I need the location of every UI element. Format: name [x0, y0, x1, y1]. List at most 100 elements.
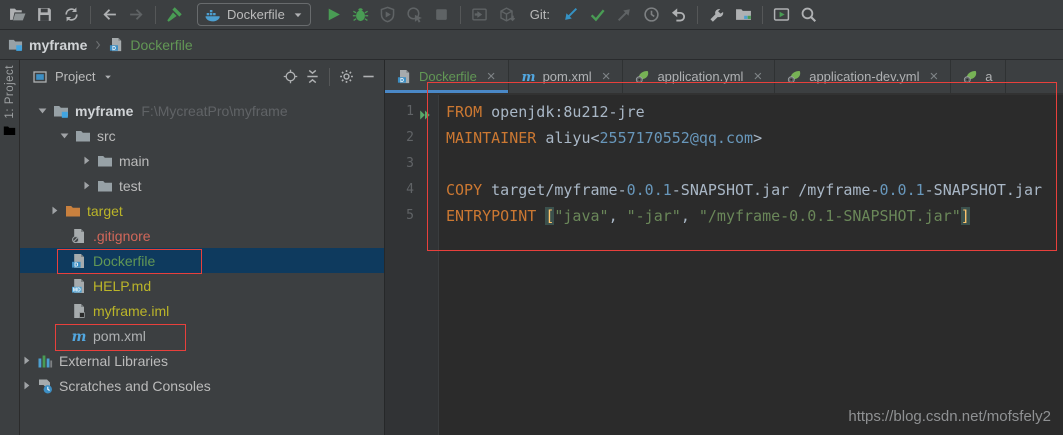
code-line[interactable]: 4COPY target/myframe-0.0.1-SNAPSHOT.jar … — [385, 177, 1063, 203]
project-structure-button[interactable] — [730, 3, 757, 27]
editor-tab-label: application.yml — [657, 69, 743, 84]
code-line[interactable]: 1FROM openjdk:8u212-jre — [385, 99, 1063, 125]
scratches-icon — [37, 378, 53, 394]
rollback-button[interactable] — [665, 3, 692, 27]
build-project-button[interactable] — [161, 3, 188, 27]
synchronize-button[interactable] — [58, 3, 85, 27]
chevron-right-icon[interactable] — [20, 353, 37, 369]
run-anything-icon — [773, 6, 790, 23]
settings-button[interactable] — [703, 3, 730, 27]
project-panel-header: Project — [20, 60, 384, 93]
tree-item-myframe[interactable]: myframeF:\MycreatPro\myframe — [20, 98, 384, 123]
tree-item-src[interactable]: src — [20, 123, 384, 148]
tree-item-gitignore[interactable]: .gitignore — [20, 223, 384, 248]
stop-icon — [433, 6, 450, 23]
tree-item-pom-xml[interactable]: mpom.xml — [20, 323, 384, 348]
folder-open-icon — [9, 6, 26, 23]
tree-item-test[interactable]: test — [20, 173, 384, 198]
back-button[interactable] — [96, 3, 123, 27]
spring-icon — [963, 69, 978, 84]
chevron-right-icon[interactable] — [80, 153, 97, 169]
forward-button[interactable] — [123, 3, 150, 27]
debug-button[interactable] — [347, 3, 374, 27]
editor-tab-a[interactable]: a — [951, 60, 1005, 93]
chevron-down-icon[interactable] — [58, 128, 75, 144]
save-all-button[interactable] — [31, 3, 58, 27]
update-application-button[interactable] — [493, 3, 520, 27]
editor-tab-dockerfile[interactable]: DDockerfile× — [385, 60, 509, 93]
tree-item-label: Scratches and Consoles — [59, 378, 211, 394]
run-with-coverage-button[interactable] — [374, 3, 401, 27]
open-file-button[interactable] — [4, 3, 31, 27]
run-configuration-select[interactable]: Dockerfile — [197, 3, 311, 26]
breadcrumb-label: Dockerfile — [130, 37, 192, 53]
code-line[interactable]: 3 — [385, 151, 1063, 177]
code-line[interactable]: 2MAINTAINER aliyu<2557170552@qq.com> — [385, 125, 1063, 151]
tree-item-help-md[interactable]: MDHELP.md — [20, 273, 384, 298]
folder-icon — [97, 178, 113, 194]
tree-item-scratches-and-consoles[interactable]: Scratches and Consoles — [20, 373, 384, 398]
chevron-down-icon[interactable] — [36, 103, 53, 119]
run-anything-button[interactable] — [768, 3, 795, 27]
hide-panel-button[interactable] — [361, 69, 376, 84]
git-label: Git: — [530, 7, 550, 22]
stop-button[interactable] — [428, 3, 455, 27]
code-text: COPY target/myframe-0.0.1-SNAPSHOT.jar /… — [446, 181, 1042, 199]
code-text: MAINTAINER aliyu<2557170552@qq.com> — [446, 129, 762, 147]
project-panel-title[interactable]: Project — [55, 69, 95, 84]
chevron-down-icon[interactable] — [102, 71, 114, 83]
project-tree: myframeF:\MycreatPro\myframe srcmain testt… — [20, 93, 384, 398]
code-token: 0.0.1 — [880, 181, 925, 199]
code-token: "java" — [554, 207, 608, 225]
back-icon — [101, 6, 118, 23]
editor-tab-pom-xml[interactable]: mpom.xml× — [509, 60, 624, 93]
tree-item-external-libraries[interactable]: External Libraries — [20, 348, 384, 373]
git-commit-button[interactable] — [584, 3, 611, 27]
chevron-right-icon[interactable] — [48, 203, 65, 219]
tree-item-label: myframe.iml — [93, 303, 169, 319]
breadcrumb-bar: myframe DDockerfile — [0, 30, 1063, 60]
project-toolwindow-button[interactable]: 1: Project — [0, 65, 19, 137]
editor-tab-application-dev-yml[interactable]: application-dev.yml× — [775, 60, 951, 93]
code-token: aliyu< — [536, 129, 599, 147]
run-button[interactable] — [320, 3, 347, 27]
close-icon[interactable]: × — [487, 69, 496, 84]
profiler-button[interactable] — [401, 3, 428, 27]
git-update-button[interactable] — [557, 3, 584, 27]
svg-text:m: m — [521, 70, 535, 84]
code-editor[interactable]: 1FROM openjdk:8u212-jre2MAINTAINER aliyu… — [385, 95, 1063, 435]
docker-icon — [205, 7, 221, 23]
search-everywhere-button[interactable] — [795, 3, 822, 27]
locate-file-button[interactable] — [283, 69, 298, 84]
tree-item-label: src — [97, 128, 116, 144]
collapse-all-button[interactable] — [305, 69, 320, 84]
tree-indent — [54, 328, 71, 344]
maven-icon: m — [71, 328, 87, 344]
tree-item-dockerfile[interactable]: DDockerfile — [20, 248, 384, 273]
close-icon[interactable]: × — [930, 69, 939, 84]
chevron-right-icon[interactable] — [80, 178, 97, 194]
git-update-icon — [562, 6, 579, 23]
panel-separator — [329, 68, 330, 86]
tree-item-myframe-iml[interactable]: myframe.iml — [20, 298, 384, 323]
tree-item-label: main — [119, 153, 149, 169]
history-button[interactable] — [638, 3, 665, 27]
tree-item-main[interactable]: main — [20, 148, 384, 173]
code-text: FROM openjdk:8u212-jre — [446, 103, 645, 121]
code-line[interactable]: 5ENTRYPOINT ["java", "-jar", "/myframe-0… — [385, 203, 1063, 229]
tree-item-target[interactable]: target — [20, 198, 384, 223]
line-number: 3 — [385, 151, 414, 177]
close-icon[interactable]: × — [753, 69, 762, 84]
close-icon[interactable]: × — [602, 69, 611, 84]
code-token: > — [753, 129, 762, 147]
breadcrumb-item-myframe[interactable]: myframe — [8, 37, 87, 53]
panel-settings-button[interactable] — [339, 69, 354, 84]
coverage-icon — [379, 6, 396, 23]
chevron-right-icon[interactable] — [20, 378, 37, 394]
breadcrumb-item-dockerfile[interactable]: DDockerfile — [109, 37, 192, 53]
git-push-button[interactable] — [611, 3, 638, 27]
attach-to-process-button[interactable] — [466, 3, 493, 27]
editor-area: DDockerfile×mpom.xml×application.yml×app… — [385, 60, 1063, 435]
editor-tab-application-yml[interactable]: application.yml × — [623, 60, 775, 93]
chevron-down-icon — [291, 8, 305, 22]
